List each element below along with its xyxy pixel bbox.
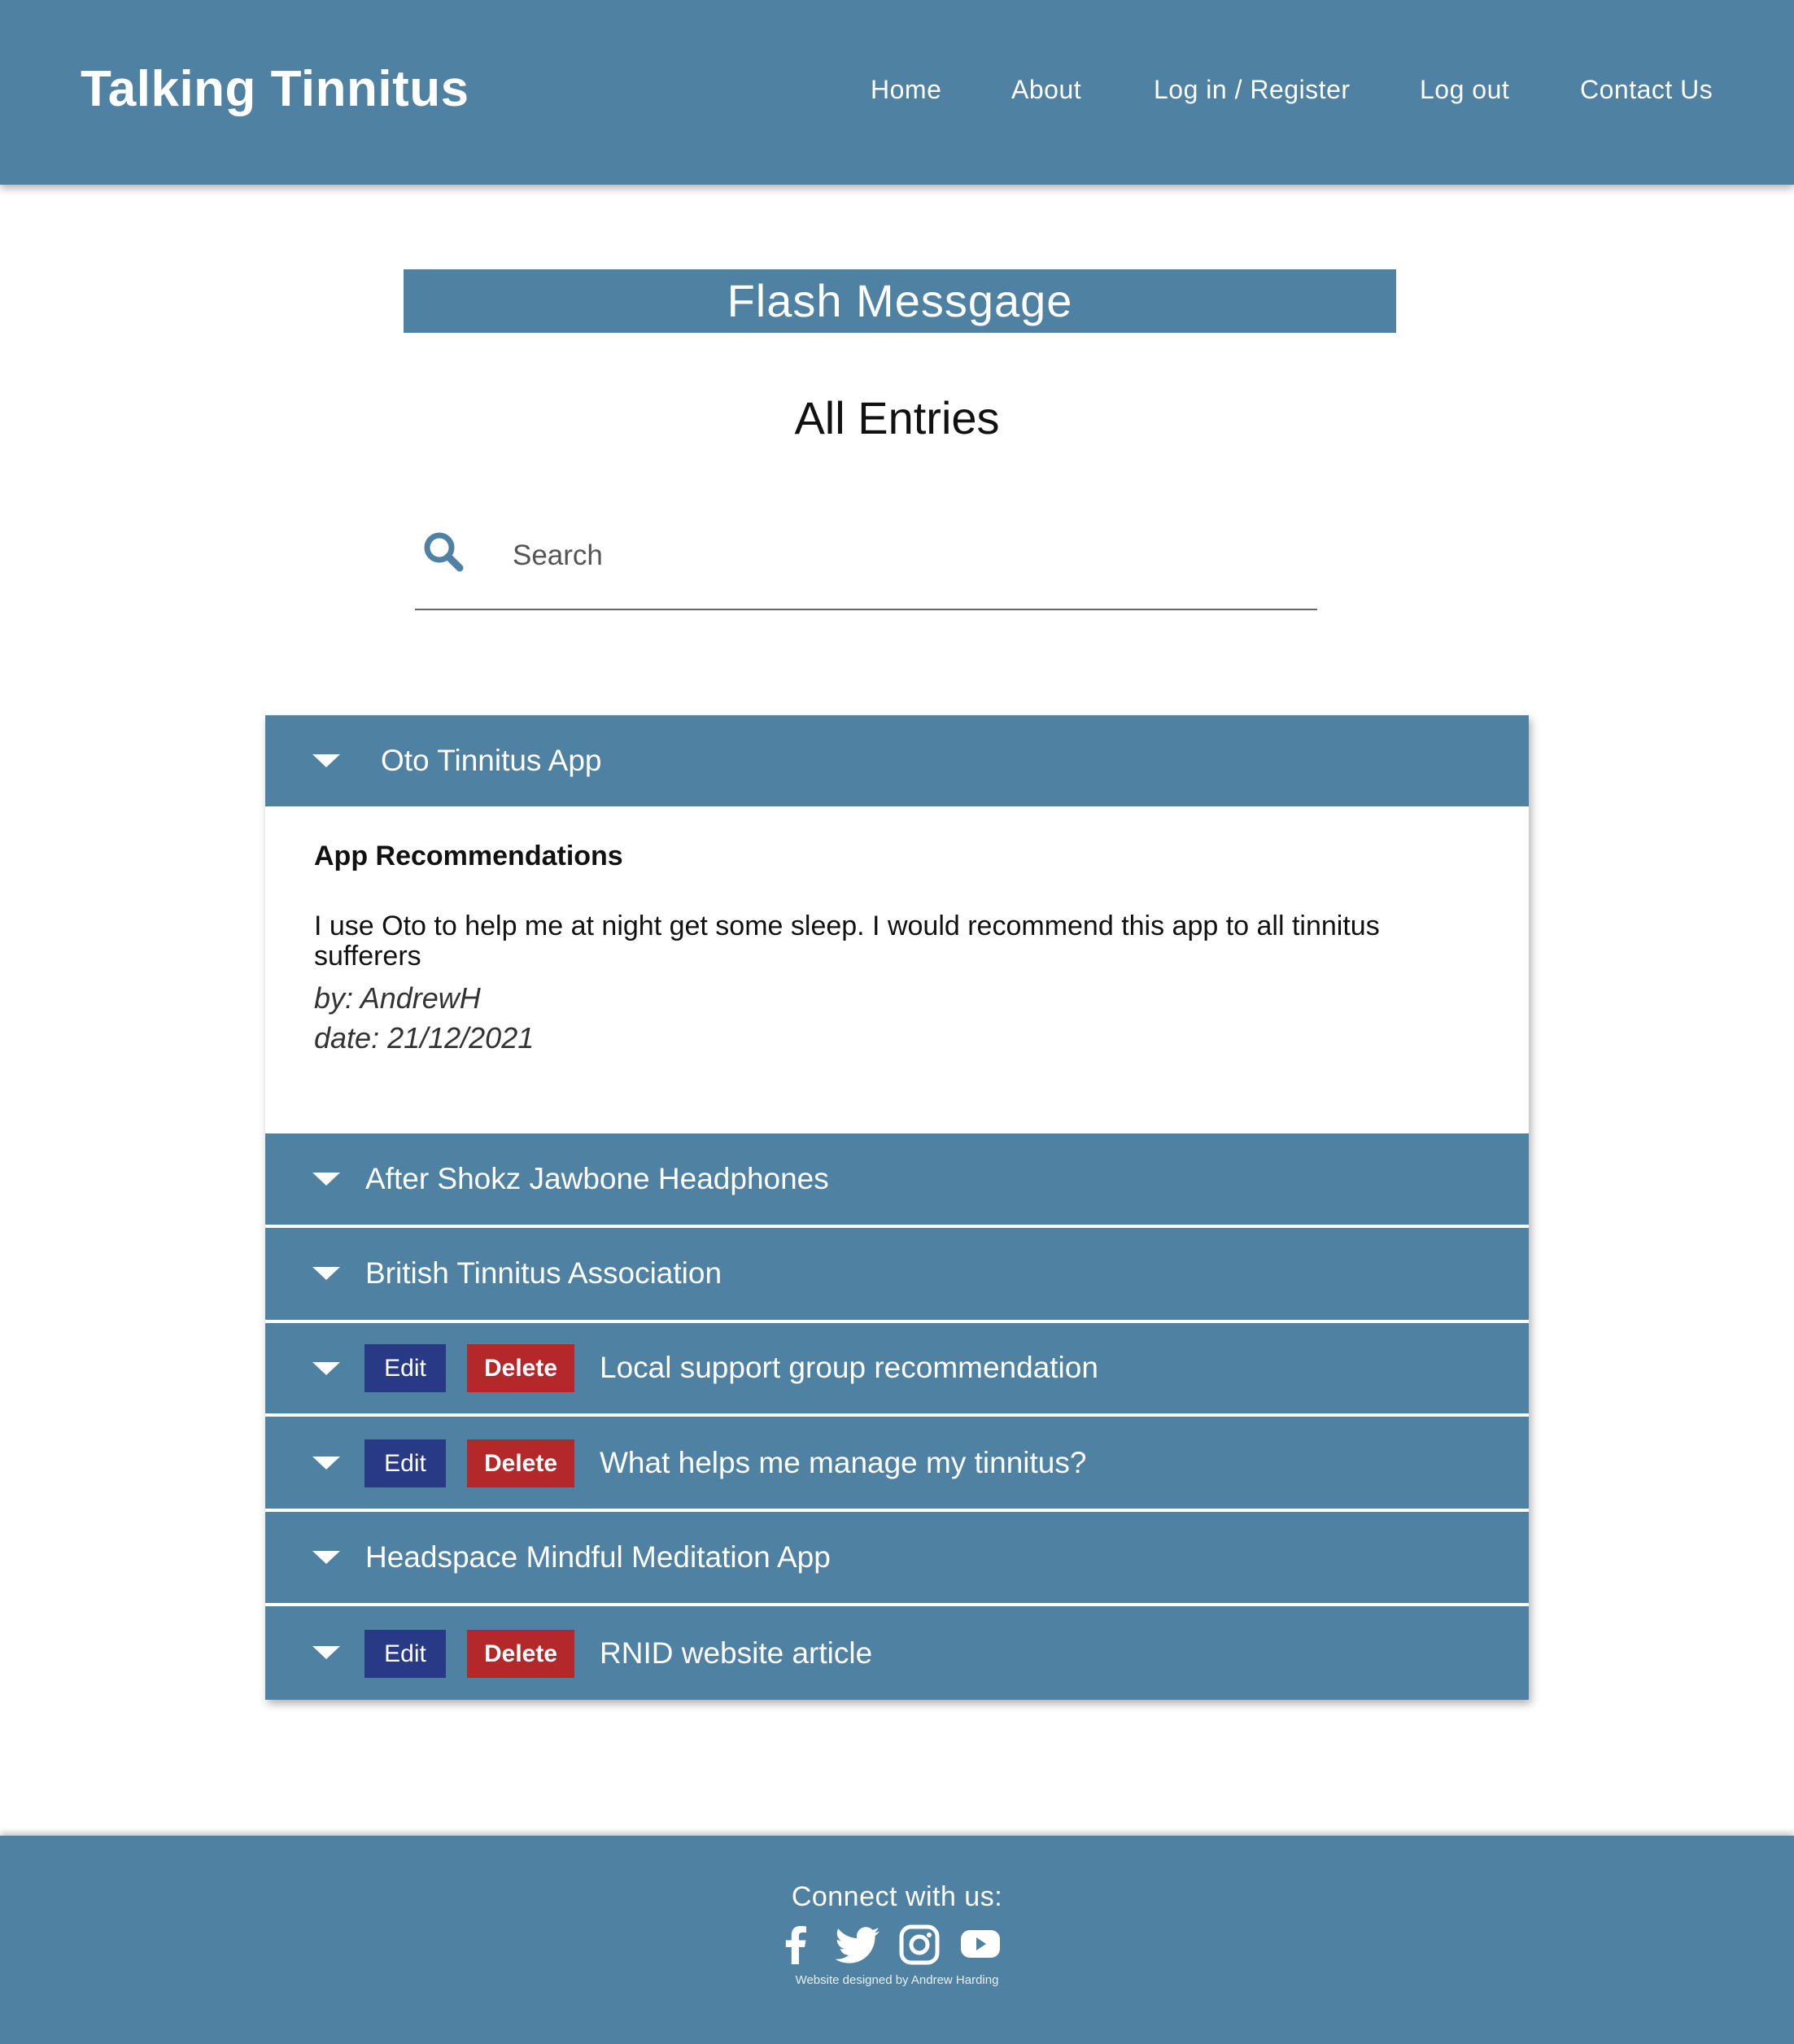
entry-header-aftershokz[interactable]: After Shokz Jawbone Headphones — [265, 1133, 1529, 1225]
edit-button[interactable]: Edit — [364, 1630, 446, 1678]
entry-body: App Recommendations I use Oto to help me… — [265, 806, 1529, 1133]
twitter-icon[interactable] — [834, 1922, 883, 1968]
entry-text: I use Oto to help me at night get some s… — [314, 911, 1380, 972]
edit-button[interactable]: Edit — [364, 1344, 446, 1392]
youtube-icon[interactable] — [958, 1922, 1002, 1968]
site-logo[interactable]: Talking Tinnitus — [81, 57, 469, 122]
entry-category: App Recommendations — [314, 841, 623, 871]
entry-header-what-helps-me[interactable]: Edit Delete What helps me manage my tinn… — [265, 1417, 1529, 1509]
chevron-down-icon — [312, 1173, 340, 1186]
nav-home[interactable]: Home — [871, 69, 941, 110]
entry-title: Oto Tinnitus App — [381, 744, 602, 777]
chevron-down-icon — [312, 1362, 340, 1375]
connect-heading: Connect with us: — [791, 1881, 1003, 1912]
entry-title: RNID website article — [600, 1636, 873, 1670]
entry-header-rnid-article[interactable]: Edit Delete RNID website article — [265, 1606, 1529, 1700]
entry-author: by: AndrewH — [314, 981, 481, 1015]
entry-header-oto-tinnitus-app[interactable]: Oto Tinnitus App — [265, 715, 1529, 806]
footer: Connect with us: Website designed by And… — [0, 1836, 1794, 2044]
chevron-down-icon — [312, 1551, 340, 1564]
entry-title: British Tinnitus Association — [365, 1256, 722, 1290]
entry-header-local-support-group[interactable]: Edit Delete Local support group recommen… — [265, 1323, 1529, 1413]
search-underline — [415, 609, 1317, 610]
facebook-icon[interactable] — [774, 1922, 819, 1968]
designer-credit: Website designed by Andrew Harding — [795, 1973, 999, 1987]
nav-logout[interactable]: Log out — [1420, 69, 1509, 110]
search-input[interactable] — [513, 529, 1310, 583]
header-bar: Talking Tinnitus Home About Log in / Reg… — [0, 0, 1794, 185]
delete-button[interactable]: Delete — [467, 1344, 574, 1392]
instagram-icon[interactable] — [897, 1922, 942, 1968]
delete-button[interactable]: Delete — [467, 1439, 574, 1487]
search-icon[interactable] — [421, 530, 465, 574]
entry-title: Headspace Mindful Meditation App — [365, 1540, 831, 1574]
entries-accordion: Oto Tinnitus App App Recommendations I u… — [265, 715, 1529, 1700]
entry-header-headspace[interactable]: Headspace Mindful Meditation App — [265, 1512, 1529, 1603]
nav-login-register[interactable]: Log in / Register — [1154, 69, 1351, 110]
nav-contact-us[interactable]: Contact Us — [1580, 69, 1713, 110]
entry-header-british-tinnitus-association[interactable]: British Tinnitus Association — [265, 1228, 1529, 1320]
chevron-down-icon — [312, 754, 340, 767]
chevron-down-icon — [312, 1267, 340, 1280]
delete-button[interactable]: Delete — [467, 1630, 574, 1678]
entry-title: After Shokz Jawbone Headphones — [365, 1162, 829, 1195]
edit-button[interactable]: Edit — [364, 1439, 446, 1487]
page-title: All Entries — [794, 392, 1000, 443]
flash-message: Flash Messgage — [404, 269, 1396, 333]
entry-title: Local support group recommendation — [600, 1351, 1098, 1384]
nav-about[interactable]: About — [1011, 69, 1081, 110]
chevron-down-icon — [312, 1457, 340, 1470]
chevron-down-icon — [312, 1646, 340, 1659]
entry-title: What helps me manage my tinnitus? — [600, 1446, 1087, 1479]
entry-date: date: 21/12/2021 — [314, 1021, 535, 1055]
